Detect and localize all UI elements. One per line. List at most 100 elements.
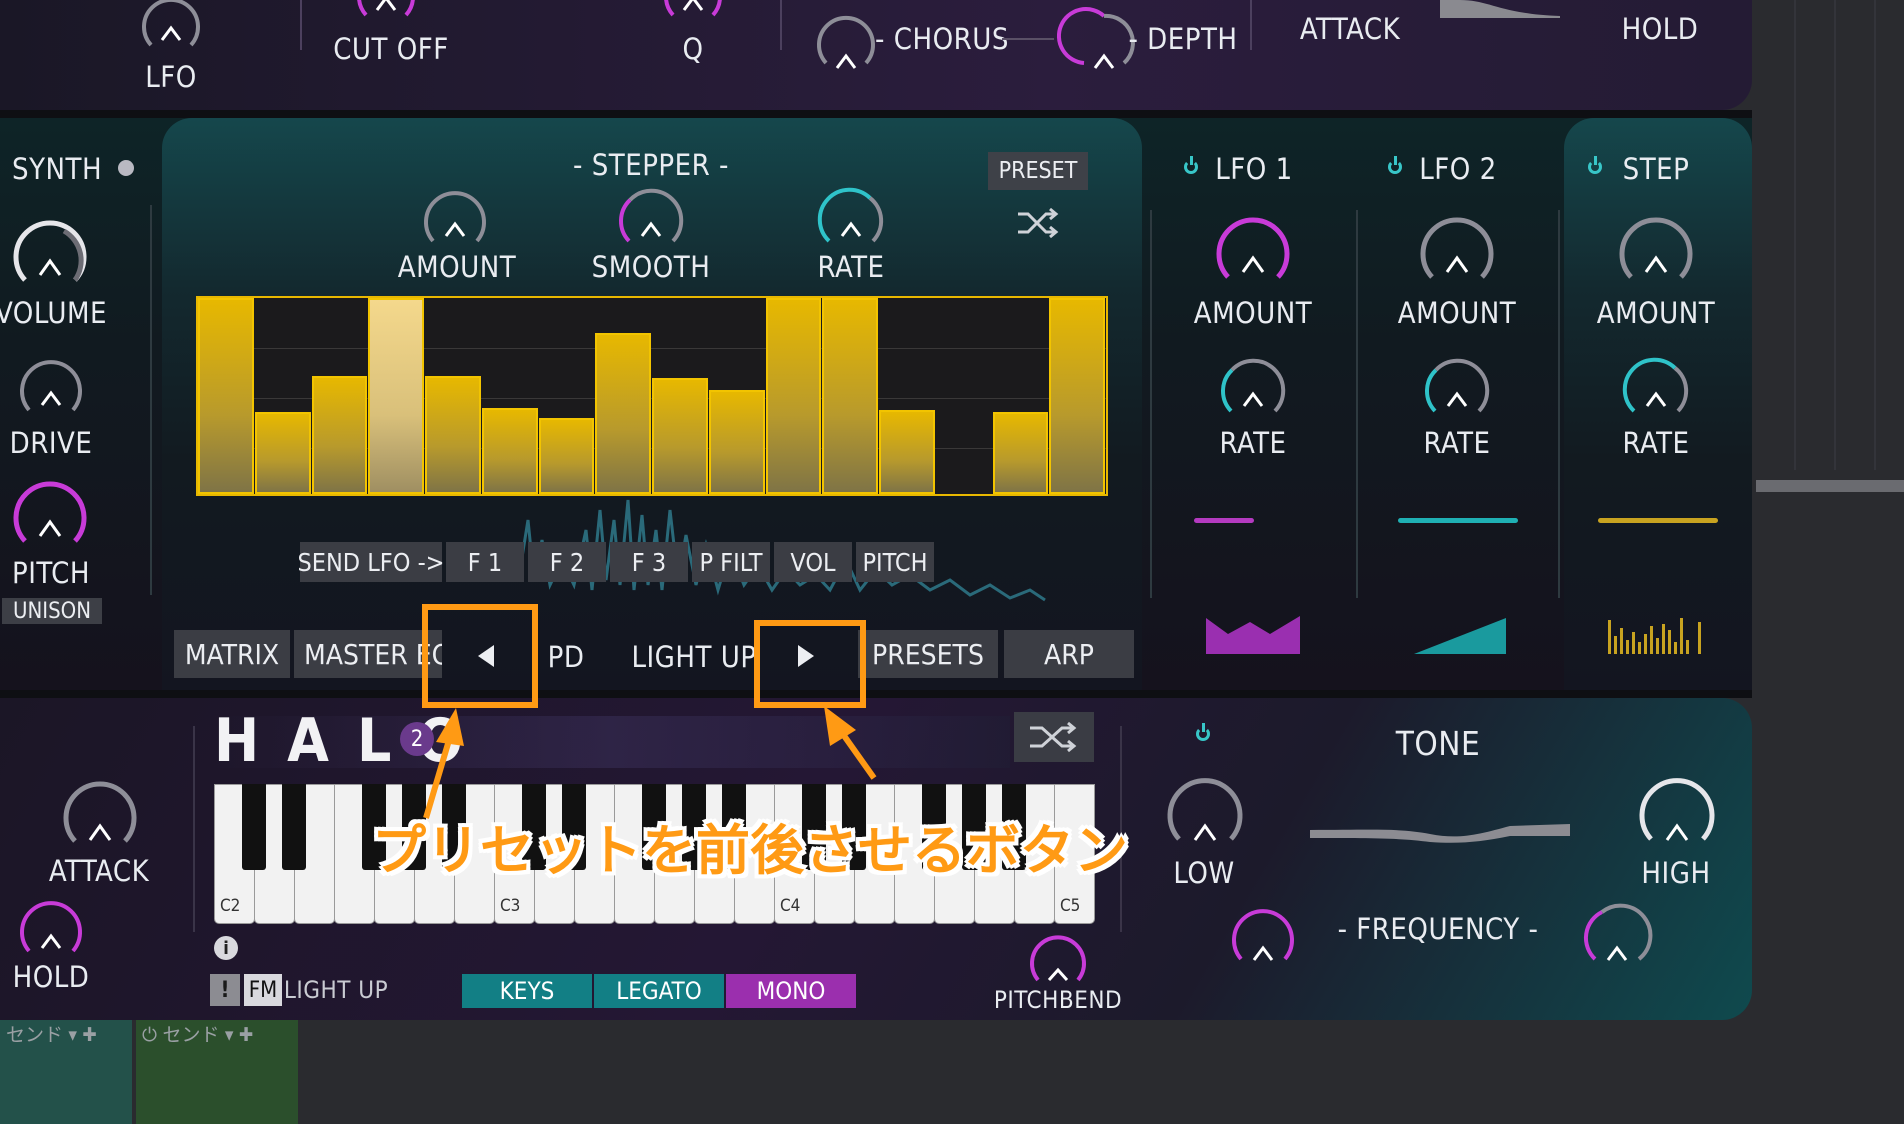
lfo2-color-bar (1398, 518, 1518, 523)
stepper-step[interactable] (1049, 298, 1105, 494)
mono-mode-button[interactable]: MONO (726, 974, 856, 1008)
lfo1-power-icon[interactable] (1184, 156, 1198, 174)
step-color-bar (1598, 518, 1718, 523)
lfo1-waveform-icon (1206, 614, 1300, 654)
drive-label: DRIVE (9, 426, 93, 460)
shuffle-icon (1030, 721, 1077, 753)
tone-low-label: LOW (1173, 856, 1235, 890)
warning-button[interactable]: ! (210, 974, 240, 1006)
fm-button[interactable]: FM (244, 974, 282, 1006)
chorus-label: - CHORUS (875, 22, 1009, 56)
smooth-knob[interactable] (618, 186, 684, 252)
freq-high-knob[interactable] (1584, 903, 1653, 970)
black-key[interactable] (282, 784, 306, 870)
lfo2-amount-knob[interactable] (1419, 214, 1495, 290)
stepper-step[interactable] (198, 298, 254, 494)
stepper-step[interactable] (879, 410, 935, 494)
target-f1-button[interactable]: F 1 (446, 542, 524, 582)
smooth-label: SMOOTH (591, 250, 711, 284)
cutoff-knob[interactable] (355, 0, 417, 26)
lfo2-rate-knob[interactable] (1424, 356, 1490, 422)
info-icon[interactable]: i (214, 936, 238, 960)
daw-send-label[interactable]: センド ▾ ✚ (6, 1020, 97, 1047)
synth-divider (150, 205, 152, 595)
stepper-step[interactable] (765, 298, 822, 494)
depth-knob[interactable] (1057, 7, 1135, 74)
send-lfo-button[interactable]: SEND LFO -> (297, 542, 445, 582)
tone-low-knob[interactable] (1166, 774, 1244, 852)
black-key[interactable] (242, 784, 266, 870)
stepper-step[interactable] (822, 298, 878, 494)
bottom-divider (193, 726, 195, 932)
arp-button[interactable]: ARP (1004, 630, 1134, 678)
chorus-knob[interactable] (815, 12, 877, 74)
target-vol-button[interactable]: VOL (774, 542, 852, 582)
pitchbend-label: PITCHBEND (993, 986, 1123, 1014)
preset-name: PD (547, 640, 585, 674)
target-f2-button[interactable]: F 2 (528, 542, 606, 582)
step-power-icon[interactable] (1588, 156, 1602, 174)
preset-button[interactable]: PRESET (988, 152, 1088, 190)
lfo2-waveform-icon (1414, 614, 1506, 654)
randomize-button[interactable] (1014, 712, 1094, 762)
stepper-step[interactable] (481, 408, 538, 494)
lfo1-rate-label: RATE (1219, 426, 1287, 460)
tone-high-knob[interactable] (1638, 774, 1716, 852)
top-divider (300, 0, 302, 50)
tone-power-icon[interactable] (1196, 723, 1210, 741)
volume-knob[interactable] (12, 217, 88, 293)
stepper-step[interactable] (708, 390, 765, 494)
lfo-knob[interactable] (140, 0, 202, 56)
stepper-step[interactable] (538, 418, 595, 494)
lfo1-color-bar (1194, 518, 1254, 523)
stepper-rate-knob[interactable] (817, 186, 884, 252)
highlight-next-button (754, 620, 866, 708)
master-eq-button[interactable]: MASTER EQ (294, 630, 442, 678)
pitchbend-knob[interactable] (1028, 930, 1088, 990)
mod-divider (1150, 210, 1152, 598)
target-pitch-button[interactable]: PITCH (856, 542, 934, 582)
tone-title: TONE (1395, 724, 1481, 763)
legato-mode-button[interactable]: LEGATO (594, 974, 724, 1008)
grid-line (198, 348, 1106, 349)
tone-curve (1310, 820, 1570, 844)
freq-low-knob[interactable] (1230, 904, 1296, 970)
stepper-step[interactable] (595, 333, 651, 494)
shuffle-icon[interactable] (1016, 206, 1060, 240)
stepper-step[interactable] (311, 376, 368, 494)
q-knob[interactable] (662, 0, 724, 26)
lfo1-amount-knob[interactable] (1215, 214, 1291, 290)
lfo1-rate-knob[interactable] (1220, 356, 1286, 422)
q-label: Q (682, 32, 704, 66)
synth-title: SYNTH (12, 152, 103, 186)
presets-button[interactable]: PRESETS (858, 630, 998, 678)
stepper-step[interactable] (652, 378, 708, 494)
step-rate-knob[interactable] (1622, 356, 1689, 422)
stepper-step[interactable] (254, 412, 311, 494)
stepper-rate-label: RATE (817, 250, 885, 284)
drive-knob[interactable] (18, 355, 84, 421)
stepper-amount-knob[interactable] (422, 186, 488, 252)
stepper-step[interactable] (425, 376, 481, 494)
unison-button[interactable]: UNISON (2, 598, 102, 624)
target-f3-button[interactable]: F 3 (610, 542, 688, 582)
stepper-step[interactable] (992, 412, 1049, 494)
matrix-button[interactable]: MATRIX (174, 630, 290, 678)
hold-knob[interactable] (18, 896, 84, 962)
stepper-step[interactable] (368, 298, 424, 494)
pitch-label: PITCH (11, 556, 91, 590)
pitch-knob[interactable] (12, 478, 88, 554)
attack-knob[interactable] (62, 778, 138, 854)
lfo2-power-icon[interactable] (1388, 156, 1402, 174)
synth-indicator-dot (118, 160, 134, 176)
keys-mode-button[interactable]: KEYS (462, 974, 592, 1008)
mod-divider (1356, 210, 1358, 598)
preset-author: LIGHT UP (631, 640, 757, 674)
daw-scrollbar[interactable] (1756, 480, 1904, 492)
stepper-grid[interactable] (196, 296, 1108, 496)
target-pfilt-button[interactable]: P FILT (692, 542, 770, 582)
step-amount-knob[interactable] (1618, 214, 1694, 290)
top-divider (1250, 0, 1252, 50)
step-rate-label: RATE (1622, 426, 1690, 460)
daw-send-label[interactable]: ⏻ センド ▾ ✚ (142, 1020, 253, 1047)
